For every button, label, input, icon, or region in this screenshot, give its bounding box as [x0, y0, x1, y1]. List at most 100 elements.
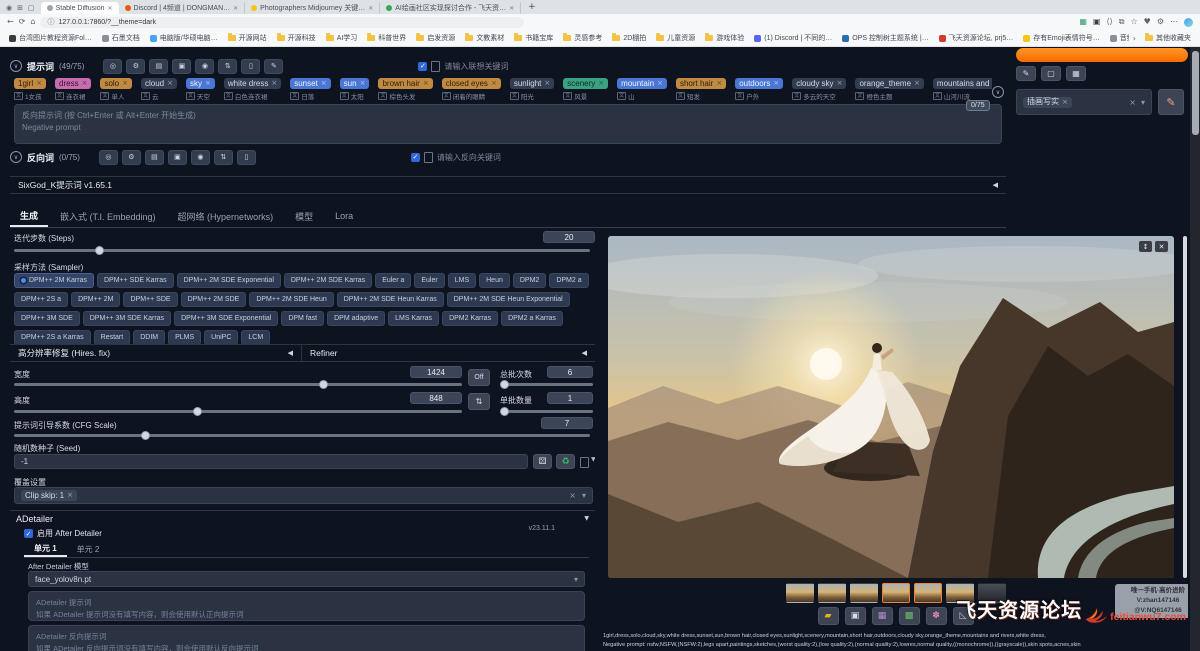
tab-actions-icon[interactable]: ▢ — [28, 4, 35, 12]
sampler-option[interactable]: Restart — [94, 330, 131, 345]
tag-remove-icon[interactable]: × — [544, 80, 550, 87]
tag-remove-icon[interactable]: × — [837, 80, 843, 87]
prompt-tag[interactable]: dress×文连衣裙 — [55, 78, 91, 102]
tag-chip[interactable]: sky× — [186, 78, 215, 89]
negative-tool-button[interactable]: ▤ — [145, 150, 164, 165]
sampler-option[interactable]: DPM fast — [281, 311, 324, 326]
prompt-collapse-icon[interactable]: ∨ — [10, 60, 22, 72]
prompt-tag[interactable]: solo×文单人 — [100, 78, 132, 102]
send-to-inpaint-button[interactable]: ✽ — [926, 607, 947, 625]
tag-remove-icon[interactable]: × — [36, 80, 42, 87]
bookmark-item[interactable]: 台湾图片教程资源Fol… — [4, 33, 97, 43]
site-info-icon[interactable]: ⓘ — [47, 17, 54, 27]
tag-remove-icon[interactable]: × — [598, 80, 604, 87]
prompt-tag[interactable]: short hair×文短发 — [676, 78, 726, 102]
tag-remove-icon[interactable]: × — [716, 80, 722, 87]
gallery-thumbnail[interactable] — [914, 583, 942, 603]
adetailer-model-dropdown[interactable]: face_yolov8n.pt ▾ — [28, 571, 585, 587]
generate-button[interactable] — [1016, 48, 1188, 62]
sampler-option[interactable]: DPM2 a Karras — [501, 311, 563, 326]
bookmark-item[interactable]: 开源网站 — [223, 33, 272, 43]
sixgod-accordion[interactable]: SixGod_K提示词 v1.65.1 ◀ — [10, 176, 1006, 194]
bookmark-item[interactable]: 开源科技 — [272, 33, 321, 43]
tag-remove-icon[interactable]: × — [167, 80, 173, 87]
prompt-tool-button[interactable]: ✎ — [264, 59, 283, 74]
prompt-tag[interactable]: scenery×文风景 — [563, 78, 608, 102]
tag-chip[interactable]: cloudy sky× — [792, 78, 846, 89]
prompt-tag[interactable]: 1girl×文1女孩 — [14, 78, 46, 102]
address-bar[interactable]: ⓘ 127.0.0.1:7860/?__theme=dark — [40, 17, 524, 28]
bookmark-item[interactable]: 电脑版/华硕电脑… — [145, 33, 223, 43]
negative-tool-button[interactable]: ◎ — [99, 150, 118, 165]
bookmark-item[interactable]: 书籍宝库 — [509, 33, 558, 43]
chip-remove-icon[interactable]: × — [67, 492, 73, 499]
inner-scrollbar[interactable] — [1183, 236, 1187, 578]
close-image-icon[interactable]: ✕ — [1155, 241, 1168, 252]
tab-嵌入式 (T.I. Embedding)[interactable]: 嵌入式 (T.I. Embedding) — [50, 205, 166, 227]
adetailer-enable-checkbox[interactable]: ✓ — [24, 529, 33, 538]
negative-tool-button[interactable]: ⇅ — [214, 150, 233, 165]
tag-chip[interactable]: white dress× — [224, 78, 281, 89]
prompt-tool-button[interactable]: ▯ — [241, 59, 260, 74]
bookmark-item[interactable]: 灵感参考 — [558, 33, 607, 43]
tag-chip[interactable]: 1girl× — [14, 78, 46, 89]
tab-生成[interactable]: 生成 — [10, 205, 48, 227]
adetailer-accordion[interactable]: ADetailer ▼ — [10, 510, 595, 526]
sampler-option[interactable]: DPM++ 2M SDE — [181, 292, 247, 307]
reuse-seed-recycle-button[interactable]: ♻ — [556, 454, 575, 469]
tag-chip[interactable]: closed eyes× — [442, 78, 501, 89]
override-chip[interactable]: Clip skip: 1× — [21, 490, 77, 501]
swap-dimensions-button[interactable]: ⇅ — [468, 393, 490, 410]
height-slider[interactable] — [14, 410, 462, 413]
sampler-option[interactable]: Euler — [414, 273, 444, 288]
tag-remove-icon[interactable]: × — [82, 80, 88, 87]
tag-remove-icon[interactable]: × — [773, 80, 779, 87]
prompt-tag[interactable]: mountains and rivers×文山河川流 — [933, 78, 992, 102]
sampler-option[interactable]: Heun — [479, 273, 510, 288]
fullscreen-icon[interactable]: ↕ — [1139, 241, 1152, 252]
tag-chip[interactable]: solo× — [100, 78, 132, 89]
cfg-value[interactable]: 7 — [541, 417, 593, 429]
generate-tool-button[interactable]: ▢ — [1041, 66, 1061, 81]
tag-chip[interactable]: sunlight× — [510, 78, 554, 89]
tag-chip[interactable]: outdoors× — [735, 78, 783, 89]
sampler-option[interactable]: UniPC — [204, 330, 238, 345]
gallery-thumbnail[interactable] — [850, 583, 878, 603]
tag-chip[interactable]: short hair× — [676, 78, 726, 89]
override-dropdown-icon[interactable]: ▾ — [582, 491, 586, 500]
width-slider-knob[interactable] — [319, 380, 328, 389]
gallery-thumbnail[interactable] — [786, 583, 814, 603]
sampler-option[interactable]: DPM++ 2M SDE Heun Exponential — [447, 292, 570, 307]
batch-count-slider[interactable] — [500, 383, 593, 386]
tag-remove-icon[interactable]: × — [423, 80, 429, 87]
bookmark-item[interactable]: 启发资源 — [411, 33, 460, 43]
back-icon[interactable]: ← — [7, 18, 14, 26]
tag-remove-icon[interactable]: × — [271, 80, 277, 87]
refresh-icon[interactable]: ⟳ — [19, 18, 26, 26]
tag-remove-icon[interactable]: × — [914, 80, 920, 87]
prompt-tag[interactable]: cloud×文云 — [141, 78, 177, 102]
hires-fix-accordion[interactable]: 高分辨率修复 (Hires. fix) ◀ — [10, 344, 302, 362]
prompt-tool-button[interactable]: ◎ — [103, 59, 122, 74]
steps-value[interactable]: 20 — [543, 231, 595, 243]
tab-模型[interactable]: 模型 — [285, 205, 323, 227]
prompt-tag[interactable]: sun×文太阳 — [340, 78, 370, 102]
browser-essentials-icon[interactable]: ♥ — [1144, 18, 1151, 26]
sampler-option[interactable]: DPM2 — [513, 273, 546, 288]
prompt-tool-button[interactable]: ◉ — [195, 59, 214, 74]
sampler-option[interactable]: LCM — [241, 330, 270, 345]
negative-tool-button[interactable]: ▣ — [168, 150, 187, 165]
negative-assist-keyword-input[interactable]: 请输入反向关键词 — [437, 152, 501, 163]
gallery-thumbnail[interactable] — [882, 583, 910, 603]
tab-Lora[interactable]: Lora — [325, 205, 363, 227]
negative-tool-button[interactable]: ▯ — [237, 150, 256, 165]
tab-close-icon[interactable]: ✕ — [108, 5, 113, 12]
adetailer-expand-icon[interactable]: ▼ — [584, 515, 589, 522]
sampler-option[interactable]: DPM++ 3M SDE Karras — [83, 311, 171, 326]
sampler-option[interactable]: DPM++ 2M SDE Heun — [249, 292, 333, 307]
sampler-option[interactable]: LMS Karras — [388, 311, 439, 326]
steps-slider[interactable] — [14, 249, 590, 252]
tag-remove-icon[interactable]: × — [321, 80, 327, 87]
bookmark-item[interactable]: 音频翻译 Google… — [1105, 33, 1129, 43]
bookmark-item[interactable]: 儿童资源 — [651, 33, 700, 43]
